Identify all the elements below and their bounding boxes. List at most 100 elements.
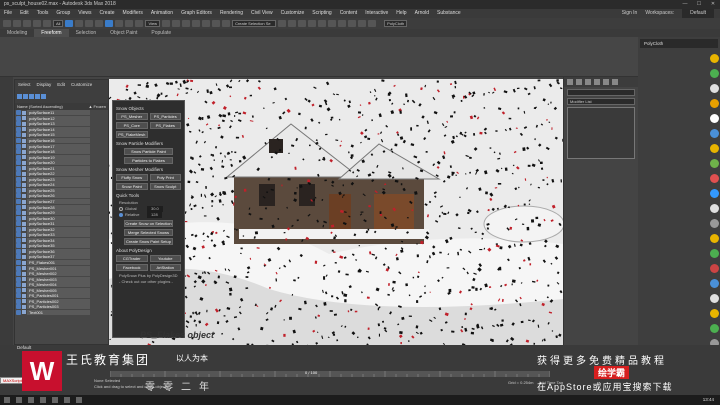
visibility-icon[interactable]: [16, 237, 21, 243]
visibility-icon[interactable]: [16, 248, 21, 254]
reference-coord-dropdown[interactable]: View: [145, 20, 161, 27]
visibility-icon[interactable]: [16, 298, 21, 304]
mesher-snow-sculpt-button[interactable]: Snow Sculpt: [149, 183, 181, 190]
visibility-icon[interactable]: [16, 221, 21, 227]
geometry-filter-icon[interactable]: [23, 93, 28, 99]
tool-icon[interactable]: [710, 249, 719, 258]
select-icon[interactable]: [65, 20, 74, 27]
tool-icon[interactable]: [710, 99, 719, 108]
search-icon[interactable]: [16, 397, 22, 403]
visibility-icon[interactable]: [16, 121, 21, 127]
create-tab-icon[interactable]: [567, 79, 573, 85]
about-facebook-button[interactable]: Facebook: [116, 264, 148, 271]
menu-file[interactable]: File: [0, 9, 16, 18]
start-icon[interactable]: [4, 397, 10, 403]
menu-modifiers[interactable]: Modifiers: [119, 9, 147, 18]
hierarchy-tab-icon[interactable]: [585, 79, 591, 85]
visibility-icon[interactable]: [16, 293, 21, 299]
modify-tab-icon[interactable]: [576, 79, 582, 85]
percent-snap-icon[interactable]: [212, 20, 221, 27]
tool-icon[interactable]: [710, 279, 719, 288]
link-icon[interactable]: [23, 20, 31, 27]
menu-civil-view[interactable]: Civil View: [247, 9, 277, 18]
polycloth-button[interactable]: PolyCloth: [384, 20, 408, 27]
render-icon[interactable]: [358, 20, 367, 27]
menu-customize[interactable]: Customize: [277, 9, 309, 18]
tool-icon[interactable]: [710, 204, 719, 213]
mesher-poly-print-button[interactable]: Poly Print: [149, 174, 181, 181]
spinner-snap-icon[interactable]: [222, 20, 231, 27]
visibility-icon[interactable]: [16, 126, 21, 132]
render-setup-icon[interactable]: [338, 20, 347, 27]
visibility-icon[interactable]: [16, 187, 21, 193]
maximize-button[interactable]: ☐: [692, 0, 706, 9]
signin-button[interactable]: Sign In: [622, 9, 638, 18]
explorer-icon[interactable]: [40, 397, 46, 403]
curve-editor-icon[interactable]: [308, 20, 317, 27]
snow-ps-core-button[interactable]: PS_Core: [116, 122, 148, 129]
snow-ps-mesher-button[interactable]: PS_Mesher: [116, 113, 148, 120]
relative-radio[interactable]: [119, 213, 123, 217]
menu-substance[interactable]: Substance: [433, 9, 465, 18]
explorer-menu-customize[interactable]: Customize: [71, 82, 92, 87]
ribbon-tab-modeling[interactable]: Modeling: [0, 29, 34, 37]
task-view-icon[interactable]: [28, 397, 34, 403]
material-editor-icon[interactable]: [328, 20, 337, 27]
visibility-icon[interactable]: [16, 226, 21, 232]
scale-icon[interactable]: [125, 20, 134, 27]
tool-icon[interactable]: [710, 309, 719, 318]
relative-value-field[interactable]: 128: [147, 212, 162, 218]
tool-create-snow-on-selection-button[interactable]: Create Snow on Selection: [124, 220, 173, 227]
menu-content[interactable]: Content: [336, 9, 362, 18]
visibility-icon[interactable]: [16, 171, 21, 177]
mod-particles-to-flakes-button[interactable]: Particles to Flakes: [124, 157, 173, 164]
pivot-icon[interactable]: [162, 20, 171, 27]
visibility-icon[interactable]: [16, 276, 21, 282]
visibility-icon[interactable]: [16, 165, 21, 171]
menu-group[interactable]: Group: [52, 9, 74, 18]
visibility-icon[interactable]: [16, 215, 21, 221]
menu-tools[interactable]: Tools: [33, 9, 53, 18]
schematic-view-icon[interactable]: [318, 20, 327, 27]
name-column-header[interactable]: Name (Sorted Ascending): [17, 104, 88, 109]
redo-icon[interactable]: [13, 20, 21, 27]
tool-icon[interactable]: [710, 129, 719, 138]
motion-tab-icon[interactable]: [594, 79, 600, 85]
unlink-icon[interactable]: [33, 20, 41, 27]
about-youtube-button[interactable]: Youtube: [149, 255, 181, 262]
arnold-icon[interactable]: [368, 20, 377, 27]
visibility-icon[interactable]: [16, 243, 21, 249]
frozen-column-header[interactable]: ▲ Frozen: [88, 104, 106, 109]
shape-filter-icon[interactable]: [29, 93, 34, 99]
visibility-icon[interactable]: [16, 271, 21, 277]
menu-arnold[interactable]: Arnold: [411, 9, 433, 18]
rect-select-icon[interactable]: [85, 20, 94, 27]
menu-animation[interactable]: Animation: [147, 9, 177, 18]
tool-icon[interactable]: [710, 294, 719, 303]
visibility-icon[interactable]: [16, 304, 21, 310]
ribbon-tab-populate[interactable]: Populate: [144, 29, 178, 37]
ribbon-tab-selection[interactable]: Selection: [69, 29, 104, 37]
tool-icon[interactable]: [710, 324, 719, 333]
manipulate-icon[interactable]: [172, 20, 181, 27]
angle-snap-icon[interactable]: [202, 20, 211, 27]
tool-icon[interactable]: [710, 189, 719, 198]
display-tab-icon[interactable]: [603, 79, 609, 85]
3dsmax-icon[interactable]: [64, 397, 70, 403]
explorer-menu-display[interactable]: Display: [37, 82, 52, 87]
visibility-icon[interactable]: [16, 254, 21, 260]
visibility-icon[interactable]: [16, 287, 21, 293]
tool-icon[interactable]: [710, 234, 719, 243]
window-crossing-icon[interactable]: [95, 20, 104, 27]
mirror-icon[interactable]: [278, 20, 287, 27]
tool-icon[interactable]: [710, 54, 719, 63]
menu-create[interactable]: Create: [96, 9, 119, 18]
filter-icon[interactable]: [17, 93, 22, 99]
visibility-icon[interactable]: [16, 265, 21, 271]
visibility-icon[interactable]: [16, 309, 21, 315]
visibility-icon[interactable]: [16, 160, 21, 166]
tool-icon[interactable]: [710, 69, 719, 78]
snap-icon[interactable]: [192, 20, 201, 27]
place-icon[interactable]: [135, 20, 144, 27]
visibility-icon[interactable]: [16, 199, 21, 205]
